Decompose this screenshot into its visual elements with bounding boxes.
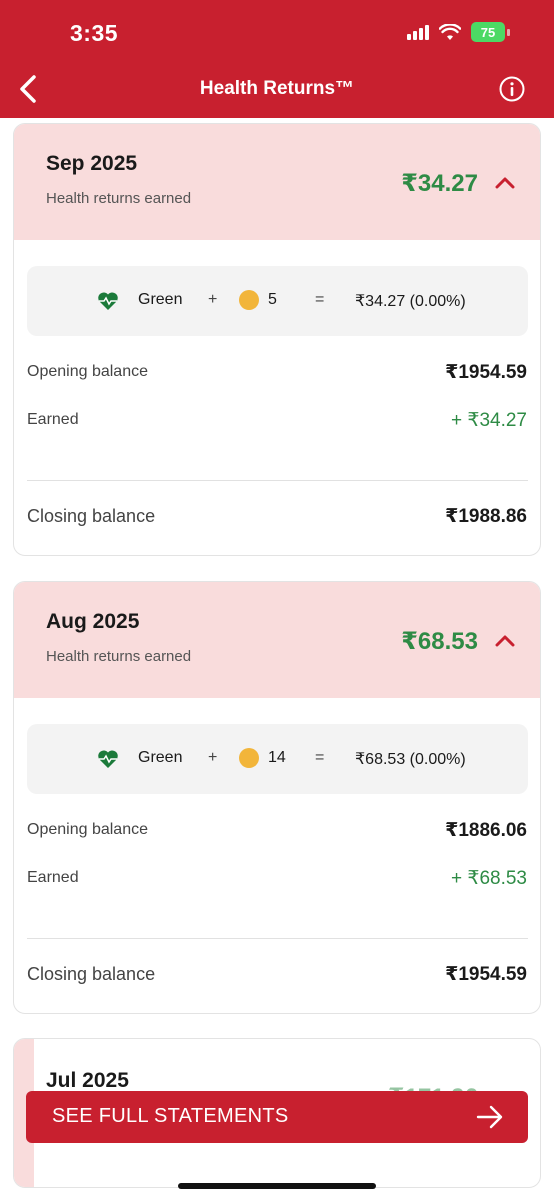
info-icon[interactable] (499, 76, 525, 102)
plus-sign: + (208, 749, 218, 766)
opening-balance-value: ₹1886.06 (445, 820, 527, 841)
divider (27, 938, 528, 939)
card-month: Sep 2025 (46, 152, 138, 175)
cta-label: SEE FULL STATEMENTS (52, 1105, 289, 1127)
statement-card-aug-2025: Aug 2025 Health returns earned ₹68.53 Gr… (13, 581, 541, 1014)
closing-balance-value: ₹1954.59 (445, 964, 527, 985)
status-icons: 75 (407, 22, 510, 42)
card-subtitle: Health returns earned (46, 648, 192, 665)
closing-balance-value: ₹1988.86 (445, 506, 527, 527)
equals-sign: = (315, 291, 325, 308)
card-amount: ₹68.53 (401, 628, 478, 655)
formula-result: ₹68.53 (0.00%) (355, 751, 466, 768)
opening-balance-label: Opening balance (27, 363, 148, 380)
arrow-right-icon (476, 1105, 503, 1129)
returns-formula: Green + 5 = ₹34.27 (0.00%) (27, 266, 528, 336)
chevron-up-icon[interactable] (494, 174, 516, 190)
divider (27, 480, 528, 481)
earned-value: + ₹34.27 (450, 410, 527, 431)
home-indicator[interactable] (178, 1183, 376, 1189)
opening-balance-label: Opening balance (27, 821, 148, 838)
heart-pulse-icon (98, 750, 118, 768)
card-amount: ₹34.27 (401, 170, 478, 197)
heart-pulse-icon (98, 292, 118, 310)
status-time: 3:35 (70, 20, 119, 46)
coin-icon (239, 290, 259, 310)
returns-formula: Green + 14 = ₹68.53 (0.00%) (27, 724, 528, 794)
battery-level: 75 (471, 22, 505, 42)
card-month: Jul 2025 (46, 1069, 129, 1092)
earned-label: Earned (27, 869, 79, 886)
app-header: 3:35 75 Health Returns™ (0, 0, 554, 118)
opening-balance-value: ₹1954.59 (445, 362, 527, 383)
wifi-icon (439, 23, 461, 40)
card-header[interactable]: Aug 2025 Health returns earned ₹68.53 (14, 582, 540, 698)
earned-value: + ₹68.53 (450, 868, 527, 889)
plus-sign: + (208, 291, 218, 308)
tier-label: Green (138, 749, 183, 766)
card-month: Aug 2025 (46, 610, 140, 633)
card-subtitle: Health returns earned (46, 190, 192, 207)
battery-icon: 75 (471, 22, 510, 42)
formula-result: ₹34.27 (0.00%) (355, 293, 466, 310)
coin-icon (239, 748, 259, 768)
equals-sign: = (315, 749, 325, 766)
cellular-signal-icon (407, 24, 429, 40)
closing-balance-label: Closing balance (27, 964, 156, 984)
closing-balance-label: Closing balance (27, 506, 156, 526)
coin-count: 14 (268, 749, 286, 766)
statement-card-sep-2025: Sep 2025 Health returns earned ₹34.27 Gr… (13, 123, 541, 556)
coin-count: 5 (268, 291, 277, 308)
earned-label: Earned (27, 411, 79, 428)
tier-label: Green (138, 291, 183, 308)
see-full-statements-button[interactable]: SEE FULL STATEMENTS (26, 1091, 528, 1143)
page-title: Health Returns™ (199, 78, 355, 99)
card-header[interactable]: Sep 2025 Health returns earned ₹34.27 (14, 124, 540, 240)
chevron-up-icon[interactable] (494, 632, 516, 648)
